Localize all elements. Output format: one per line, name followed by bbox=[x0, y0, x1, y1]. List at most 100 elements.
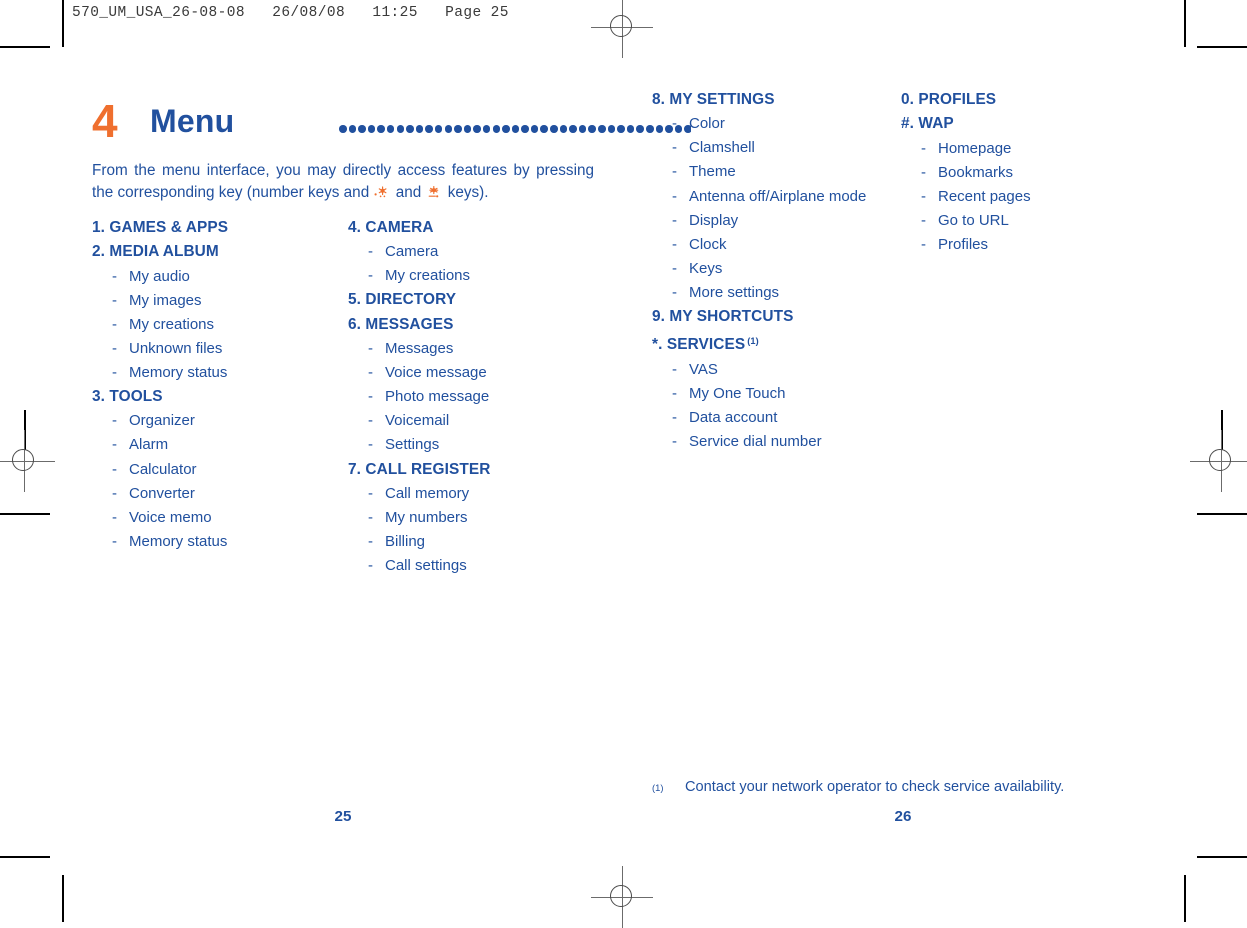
menu-sub-item[interactable]: - Profiles bbox=[901, 233, 1116, 257]
menu-sub-item[interactable]: - Data account bbox=[652, 406, 887, 430]
menu-sub-item-label: My creations bbox=[385, 267, 471, 285]
dash-bullet: - bbox=[921, 211, 926, 229]
menu-sub-item[interactable]: - Unknown files bbox=[92, 337, 337, 361]
menu-sub-item[interactable]: - Messages bbox=[348, 337, 598, 361]
page-number-left: 25 bbox=[334, 808, 352, 825]
hash-key-icon bbox=[426, 184, 442, 198]
menu-sub-item[interactable]: - Photo message bbox=[348, 385, 598, 409]
dash-bullet: - bbox=[921, 235, 926, 253]
menu-sub-item[interactable]: - My numbers bbox=[348, 506, 598, 530]
menu-group-heading[interactable]: 8. MY SETTINGS bbox=[652, 88, 887, 112]
menu-sub-item[interactable]: - Call settings bbox=[348, 554, 598, 578]
menu-sub-item-label: Clock bbox=[689, 235, 727, 253]
menu-sub-item-label: Settings bbox=[385, 436, 440, 454]
dash-bullet: - bbox=[672, 360, 677, 378]
menu-sub-item[interactable]: - Clamshell bbox=[652, 136, 887, 160]
menu-sub-item[interactable]: - Service dial number bbox=[652, 430, 887, 454]
menu-sub-item[interactable]: - Voice message bbox=[348, 361, 598, 385]
menu-sub-item[interactable]: - My creations bbox=[348, 264, 598, 288]
footnote: (1) Contact your network operator to che… bbox=[652, 777, 1122, 797]
menu-sub-item[interactable]: - Settings bbox=[348, 433, 598, 457]
menu-sub-item[interactable]: - My creations bbox=[92, 313, 337, 337]
dash-bullet: - bbox=[672, 115, 677, 133]
manual-page-spread: 4 Menu From the menu interface, you may … bbox=[0, 0, 1247, 922]
menu-sub-item[interactable]: - Memory status bbox=[92, 361, 337, 385]
menu-group-heading[interactable]: 2. MEDIA ALBUM bbox=[92, 240, 337, 264]
menu-column-3: 8. MY SETTINGS - Color - Clamshell - Theme - Ant… bbox=[652, 88, 887, 454]
dash-bullet: - bbox=[672, 211, 677, 229]
menu-sub-item-label: Camera bbox=[385, 243, 439, 261]
menu-sub-item[interactable]: - Organizer bbox=[92, 409, 337, 433]
menu-sub-item[interactable]: - Bookmarks bbox=[901, 161, 1116, 185]
dash-bullet: - bbox=[368, 340, 373, 358]
menu-sub-item[interactable]: - Antenna off/Airplane mode bbox=[652, 185, 887, 209]
menu-sub-item[interactable]: - Voicemail bbox=[348, 409, 598, 433]
menu-sub-item[interactable]: - Color bbox=[652, 112, 887, 136]
menu-group-heading[interactable]: 5. DIRECTORY bbox=[348, 288, 598, 312]
menu-sub-item-label: Organizer bbox=[129, 412, 195, 430]
menu-sub-item-label: Calculator bbox=[129, 460, 197, 478]
menu-sub-item-label: Service dial number bbox=[689, 432, 822, 450]
chapter-number: 4 bbox=[92, 95, 118, 147]
dash-bullet: - bbox=[921, 187, 926, 205]
menu-sub-item[interactable]: - VAS bbox=[652, 358, 887, 382]
menu-sub-item[interactable]: - Converter bbox=[92, 482, 337, 506]
dash-bullet: - bbox=[112, 436, 117, 454]
dash-bullet: - bbox=[368, 364, 373, 382]
dash-bullet: - bbox=[112, 508, 117, 526]
menu-sub-item[interactable]: - Call memory bbox=[348, 482, 598, 506]
menu-group-heading[interactable]: 4. CAMERA bbox=[348, 216, 598, 240]
menu-sub-item-label: More settings bbox=[689, 283, 780, 301]
menu-sub-item-label: My audio bbox=[129, 267, 190, 285]
menu-group-heading[interactable]: 9. MY SHORTCUTS bbox=[652, 305, 887, 329]
menu-sub-item[interactable]: - Display bbox=[652, 209, 887, 233]
menu-group-heading[interactable]: 1. GAMES & APPS bbox=[92, 216, 337, 240]
menu-sub-item[interactable]: - Billing bbox=[348, 530, 598, 554]
menu-sub-item-label: Voice memo bbox=[129, 508, 212, 526]
menu-sub-item[interactable]: - Camera bbox=[348, 240, 598, 264]
dash-bullet: - bbox=[672, 283, 677, 301]
menu-group-heading[interactable]: 0. PROFILES bbox=[901, 88, 1116, 112]
menu-sub-item[interactable]: - Go to URL bbox=[901, 209, 1116, 233]
menu-sub-item[interactable]: - Clock bbox=[652, 233, 887, 257]
menu-sub-item[interactable]: - Theme bbox=[652, 160, 887, 184]
dash-bullet: - bbox=[921, 163, 926, 181]
menu-sub-item[interactable]: - My One Touch bbox=[652, 382, 887, 406]
menu-sub-item[interactable]: - Alarm bbox=[92, 433, 337, 457]
dash-bullet: - bbox=[112, 267, 117, 285]
menu-sub-item[interactable]: - Recent pages bbox=[901, 185, 1116, 209]
menu-group-heading[interactable]: 7. CALL REGISTER bbox=[348, 458, 598, 482]
menu-sub-item[interactable]: - Voice memo bbox=[92, 506, 337, 530]
dash-bullet: - bbox=[921, 139, 926, 157]
footnote-marker: (1) bbox=[652, 782, 664, 793]
dash-bullet: - bbox=[368, 267, 373, 285]
menu-sub-item-label: My One Touch bbox=[689, 384, 786, 402]
menu-sub-item-label: Recent pages bbox=[938, 187, 1031, 205]
menu-group-heading[interactable]: 6. MESSAGES bbox=[348, 313, 598, 337]
menu-sub-item[interactable]: - My images bbox=[92, 289, 337, 313]
menu-group: 1. GAMES & APPS bbox=[92, 216, 337, 240]
menu-sub-item-label: Unknown files bbox=[129, 339, 223, 357]
dash-bullet: - bbox=[112, 363, 117, 381]
menu-sub-item-label: Memory status bbox=[129, 532, 228, 550]
menu-group-heading[interactable]: *. SERVICES (1) bbox=[652, 329, 887, 357]
dash-bullet: - bbox=[672, 187, 677, 205]
menu-group-heading[interactable]: #. WAP bbox=[901, 112, 1116, 136]
dash-bullet: - bbox=[672, 139, 677, 157]
menu-sub-item[interactable]: - Keys bbox=[652, 257, 887, 281]
dash-bullet: - bbox=[368, 436, 373, 454]
menu-sub-item-label: My creations bbox=[129, 315, 215, 333]
menu-group-heading[interactable]: 3. TOOLS bbox=[92, 385, 337, 409]
menu-sub-item[interactable]: - More settings bbox=[652, 281, 887, 305]
menu-sub-item[interactable]: - Calculator bbox=[92, 458, 337, 482]
menu-sub-item-label: My images bbox=[129, 291, 202, 309]
intro-paragraph: From the menu interface, you may directl… bbox=[92, 160, 594, 203]
dash-bullet: - bbox=[672, 163, 677, 181]
dash-bullet: - bbox=[368, 557, 373, 575]
dash-bullet: - bbox=[368, 484, 373, 502]
menu-sub-item[interactable]: - My audio bbox=[92, 265, 337, 289]
menu-sub-item[interactable]: - Homepage bbox=[901, 137, 1116, 161]
menu-sub-item[interactable]: - Memory status bbox=[92, 530, 337, 554]
dash-bullet: - bbox=[672, 384, 677, 402]
menu-sub-item-label: Display bbox=[689, 211, 739, 229]
